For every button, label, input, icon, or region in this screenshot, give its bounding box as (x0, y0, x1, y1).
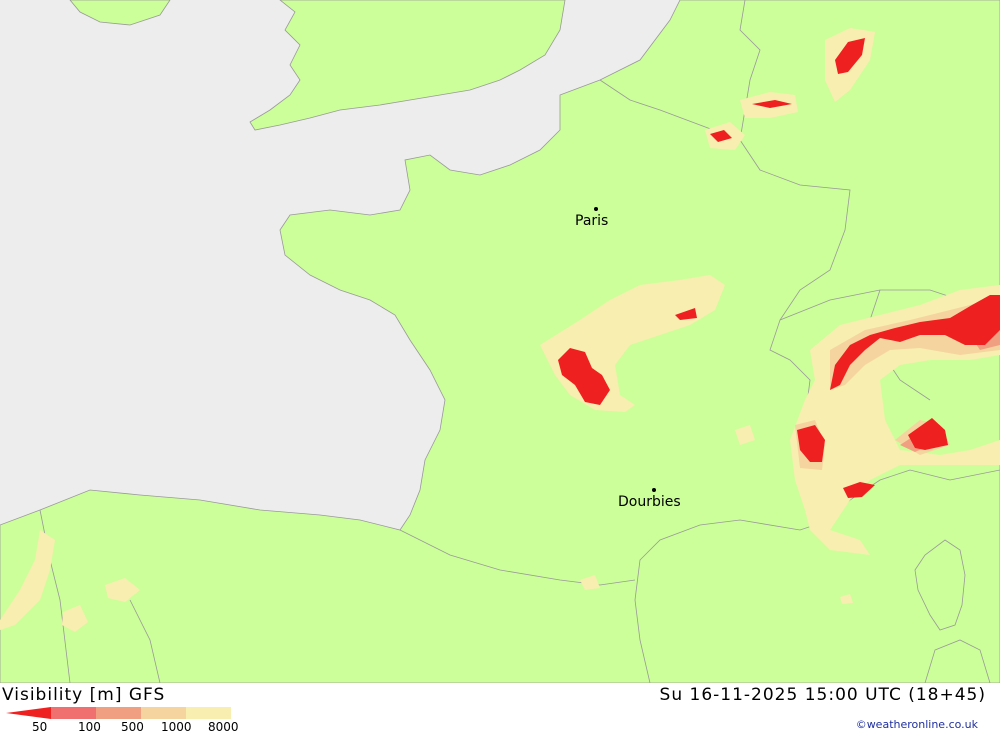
map-title: Visibility [m] GFS (2, 685, 166, 705)
legend-tick-100: 100 (78, 720, 101, 734)
map-view[interactable]: Paris Dourbies (0, 0, 1000, 683)
legend-tick-8000: 8000 (208, 720, 239, 734)
legend-swatch-100 (51, 707, 96, 719)
legend-color-bar (6, 707, 231, 719)
legend-tick-50: 50 (32, 720, 48, 734)
legend-tick-500: 500 (121, 720, 144, 734)
map-canvas (0, 0, 1000, 683)
legend-swatch-8000 (186, 707, 231, 719)
city-label-paris: Paris (575, 213, 609, 229)
credit-link[interactable]: ©weatheronline.co.uk (856, 718, 978, 731)
legend-swatch-50 (6, 707, 51, 719)
legend-swatch-1000 (141, 707, 186, 719)
forecast-datetime: Su 16-11-2025 15:00 UTC (18+45) (659, 685, 986, 705)
city-label-dourbies: Dourbies (618, 494, 681, 510)
city-dot-paris (594, 207, 598, 211)
legend-tick-1000: 1000 (161, 720, 192, 734)
city-dot-dourbies (652, 488, 656, 492)
legend-swatch-500 (96, 707, 141, 719)
map-footer: Visibility [m] GFS Su 16-11-2025 15:00 U… (0, 683, 1000, 734)
